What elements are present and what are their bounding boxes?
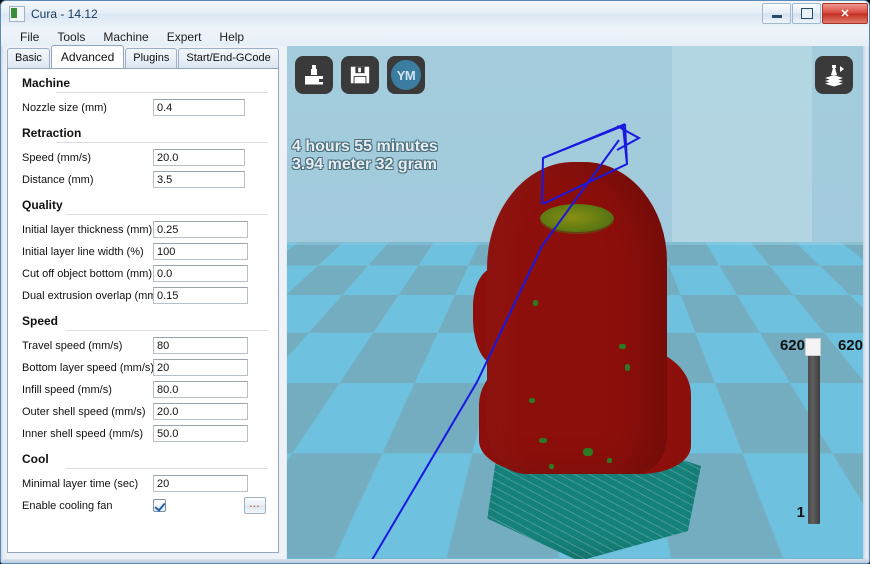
setting-label-cut-off-object-bottom: Cut off object bottom (mm) xyxy=(22,267,153,280)
setting-row-infill-speed: Infill speed (mm/s) xyxy=(8,379,278,400)
close-button[interactable]: ✕ xyxy=(822,3,868,24)
3d-viewport[interactable]: YM 4 hours 55 minutes 3.94 meter 32 gram… xyxy=(287,46,865,563)
group-rule-speed xyxy=(66,330,268,331)
cura-application-window: Cura - 14.12 ✕ File Tools Machine Expert… xyxy=(0,0,870,564)
menu-item-expert[interactable]: Expert xyxy=(158,28,211,46)
tab-start-end-gcode[interactable]: Start/End-GCode xyxy=(178,48,279,68)
print-material: 3.94 meter 32 gram xyxy=(292,156,437,173)
setting-label-nozzle-size: Nozzle size (mm) xyxy=(22,101,107,114)
menu-item-file[interactable]: File xyxy=(11,28,48,46)
setting-label-inner-shell-speed: Inner shell speed (mm/s) xyxy=(22,427,144,440)
menu-bar: File Tools Machine Expert Help xyxy=(1,27,869,46)
group-title-quality: Quality xyxy=(22,198,63,212)
view-mode-button[interactable] xyxy=(815,56,853,94)
group-title-machine: Machine xyxy=(22,76,71,90)
setting-input-cut-off-object-bottom[interactable] xyxy=(153,265,248,282)
tab-plugins[interactable]: Plugins xyxy=(125,48,178,68)
cooling-fan-options-button[interactable]: ... xyxy=(244,497,266,514)
tab-advanced[interactable]: Advanced xyxy=(50,45,125,68)
menu-item-help[interactable]: Help xyxy=(210,28,253,46)
setting-row-retraction-distance: Distance (mm) xyxy=(8,169,278,190)
layer-slider-handle[interactable] xyxy=(805,338,821,356)
setting-row-retraction-speed: Speed (mm/s) xyxy=(8,147,278,168)
maximize-icon xyxy=(800,8,813,19)
minimize-button[interactable] xyxy=(762,3,791,24)
setting-label-travel-speed: Travel speed (mm/s) xyxy=(22,339,123,352)
load-model-button[interactable] xyxy=(295,56,333,94)
window-title: Cura - 14.12 xyxy=(31,7,98,21)
tab-basic[interactable]: Basic xyxy=(7,48,50,68)
title-bar: Cura - 14.12 ✕ xyxy=(1,1,869,28)
setting-label-minimal-layer-time: Minimal layer time (sec) xyxy=(22,477,139,490)
advanced-settings-panel: Machine Nozzle size (mm) Retraction Spee… xyxy=(7,68,279,553)
window-right-edge xyxy=(863,46,869,563)
travel-move-lines xyxy=(369,123,642,563)
group-rule-cool xyxy=(66,468,268,469)
setting-row-minimal-layer-time: Minimal layer time (sec) xyxy=(8,473,278,494)
setting-row-travel-speed: Travel speed (mm/s) xyxy=(8,335,278,356)
group-rule-quality xyxy=(66,214,268,215)
group-title-retraction: Retraction xyxy=(22,126,82,140)
setting-label-bottom-layer-speed: Bottom layer speed (mm/s) xyxy=(22,361,155,374)
menu-item-machine[interactable]: Machine xyxy=(94,28,157,46)
group-title-cool: Cool xyxy=(22,452,49,466)
youmagine-icon: YM xyxy=(391,60,421,90)
share-youmagine-button[interactable]: YM xyxy=(387,56,425,94)
setting-input-initial-layer-line-width[interactable] xyxy=(153,243,248,260)
cura-icon xyxy=(9,6,25,22)
close-icon: ✕ xyxy=(840,8,850,20)
layer-slider-value-right: 620 xyxy=(837,337,863,354)
settings-tab-strip: Basic Advanced Plugins Start/End-GCode xyxy=(7,45,280,68)
load-model-icon xyxy=(305,65,323,85)
setting-input-retraction-speed[interactable] xyxy=(153,149,245,166)
setting-input-initial-layer-thickness[interactable] xyxy=(153,221,248,238)
setting-input-infill-speed[interactable] xyxy=(153,381,248,398)
setting-label-retraction-distance: Distance (mm) xyxy=(22,173,94,186)
viewport-toolbar: YM xyxy=(295,56,425,94)
setting-input-minimal-layer-time[interactable] xyxy=(153,475,248,492)
maximize-button[interactable] xyxy=(792,3,821,24)
setting-label-outer-shell-speed: Outer shell speed (mm/s) xyxy=(22,405,146,418)
setting-row-inner-shell-speed: Inner shell speed (mm/s) xyxy=(8,423,278,444)
layer-slider-value-min: 1 xyxy=(796,504,805,521)
setting-input-bottom-layer-speed[interactable] xyxy=(153,359,248,376)
view-mode-icon xyxy=(825,65,844,87)
setting-input-inner-shell-speed[interactable] xyxy=(153,425,248,442)
group-title-speed: Speed xyxy=(22,314,59,328)
setting-label-initial-layer-thickness: Initial layer thickness (mm) xyxy=(22,223,153,236)
setting-label-initial-layer-line-width: Initial layer line width (%) xyxy=(22,245,144,258)
menu-item-tools[interactable]: Tools xyxy=(48,28,94,46)
setting-row-bottom-layer-speed: Bottom layer speed (mm/s) xyxy=(8,357,278,378)
setting-label-enable-cooling-fan: Enable cooling fan xyxy=(22,499,113,512)
layer-slider-track[interactable] xyxy=(808,346,820,524)
setting-label-infill-speed: Infill speed (mm/s) xyxy=(22,383,112,396)
group-rule-machine xyxy=(56,92,268,93)
setting-input-retraction-distance[interactable] xyxy=(153,171,245,188)
setting-input-outer-shell-speed[interactable] xyxy=(153,403,248,420)
setting-row-initial-layer-line-width: Initial layer line width (%) xyxy=(8,241,278,262)
setting-row-outer-shell-speed: Outer shell speed (mm/s) xyxy=(8,401,278,422)
setting-input-dual-extrusion-overlap[interactable] xyxy=(153,287,248,304)
setting-label-dual-extrusion-overlap: Dual extrusion overlap (mm) xyxy=(22,289,161,302)
setting-row-enable-cooling-fan: Enable cooling fan ... xyxy=(8,495,278,516)
layer-slider-value-left: 620 xyxy=(779,337,805,354)
floppy-disk-icon xyxy=(350,66,370,84)
setting-row-dual-extrusion-overlap: Dual extrusion overlap (mm) xyxy=(8,285,278,306)
print-time: 4 hours 55 minutes xyxy=(292,138,438,155)
setting-input-travel-speed[interactable] xyxy=(153,337,248,354)
minimize-icon xyxy=(771,15,782,18)
setting-input-nozzle-size[interactable] xyxy=(153,99,245,116)
setting-label-retraction-speed: Speed (mm/s) xyxy=(22,151,92,164)
setting-row-initial-layer-thickness: Initial layer thickness (mm) xyxy=(8,219,278,240)
setting-row-cut-off-object-bottom: Cut off object bottom (mm) xyxy=(8,263,278,284)
group-rule-retraction xyxy=(56,142,268,143)
settings-pane: Basic Advanced Plugins Start/End-GCode M… xyxy=(1,45,286,563)
window-left-edge xyxy=(1,46,6,563)
window-controls: ✕ xyxy=(762,3,868,24)
print-stats: 4 hours 55 minutes 3.94 meter 32 gram xyxy=(292,138,438,174)
setting-row-nozzle-size: Nozzle size (mm) xyxy=(8,97,278,118)
save-toolpath-button[interactable] xyxy=(341,56,379,94)
setting-checkbox-enable-cooling-fan[interactable] xyxy=(153,499,166,512)
window-bottom-edge xyxy=(1,559,869,563)
